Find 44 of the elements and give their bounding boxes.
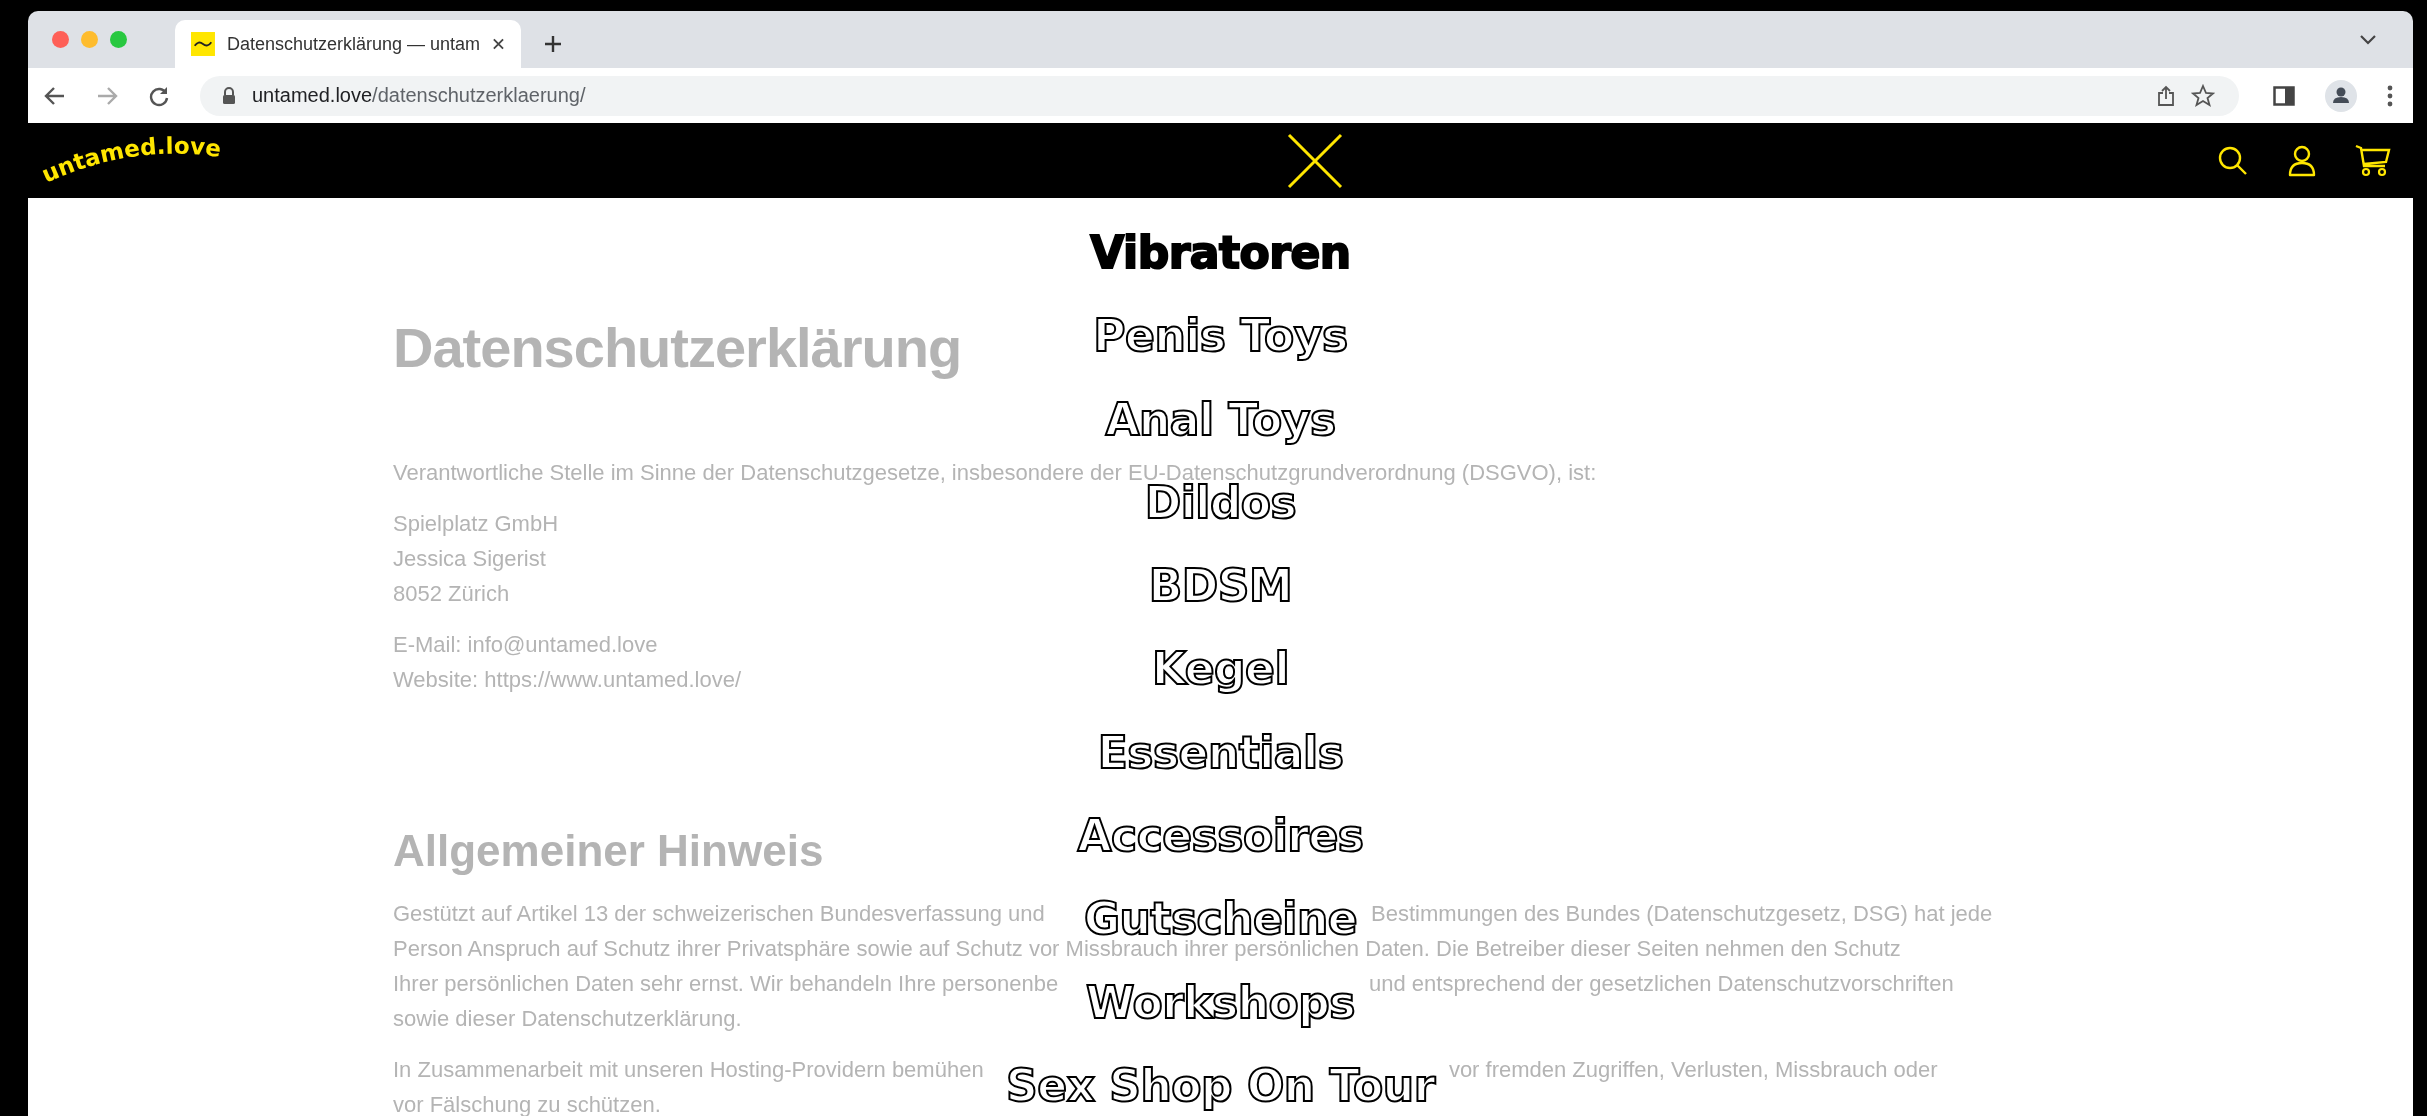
search-icon[interactable] bbox=[2217, 144, 2249, 177]
body-text: Bestimmungen des Bundes (Datenschutzgesetz, DSG) hat jede bbox=[1371, 901, 1993, 927]
section-heading: Datenschutzerklärung bbox=[393, 316, 962, 380]
side-panel-icon[interactable] bbox=[2273, 85, 2295, 106]
menu-item[interactable]: Penis Toys bbox=[1093, 312, 1348, 361]
cart-icon[interactable] bbox=[2355, 143, 2391, 178]
body-text: vor fremden Zugriffen, Verlusten, Missbrauch oder bbox=[1448, 1057, 1938, 1083]
tab-title: Datenschutzerklärung — untam bbox=[226, 33, 481, 55]
menu-item[interactable]: Vibratoren bbox=[1090, 229, 1351, 277]
share-icon[interactable] bbox=[2157, 84, 2175, 107]
new-tab-icon[interactable] bbox=[543, 34, 563, 54]
menu-item[interactable]: Accessoires bbox=[1077, 812, 1364, 861]
body-text: Spielplatz GmbH bbox=[393, 511, 559, 537]
body-text: E-Mail: info@untamed.love bbox=[393, 632, 658, 658]
menu-item[interactable]: Workshops bbox=[1085, 978, 1356, 1027]
body-text: Ihrer persönlichen Daten sehr ernst. Wir behandeln Ihre personenbe bbox=[393, 971, 1059, 997]
chevron-down-icon[interactable] bbox=[2359, 33, 2377, 46]
url-text: untamed.love/datenschutzerklaerung/ bbox=[252, 84, 586, 107]
profile-avatar-icon[interactable] bbox=[2325, 79, 2357, 112]
body-text: vor Fälschung zu schützen. bbox=[393, 1092, 661, 1116]
body-text: Website: https://www.untamed.love/ bbox=[393, 667, 742, 693]
browser-tab[interactable]: Datenschutzerklärung — untam bbox=[175, 20, 521, 68]
menu-item[interactable]: Anal Toys bbox=[1105, 395, 1336, 444]
body-text: Gestützt auf Artikel 13 der schweizerischen Bundesverfassung und bbox=[393, 901, 1045, 927]
wave-icon bbox=[191, 31, 215, 57]
menu-item[interactable]: Kegel bbox=[1151, 645, 1290, 694]
close-icon[interactable] bbox=[492, 37, 505, 51]
more-options-icon[interactable] bbox=[2387, 84, 2393, 107]
star-icon[interactable] bbox=[2191, 83, 2215, 108]
body-text: sowie dieser Datenschutzerklärung. bbox=[393, 1006, 742, 1032]
menu-item[interactable]: Sex Shop On Tour bbox=[1006, 1061, 1435, 1110]
body-text: In Zusammenarbeit mit unseren Hosting-Providern bemühen bbox=[393, 1057, 984, 1083]
back-icon[interactable] bbox=[44, 85, 66, 106]
body-text: Person Anspruch auf Schutz ihrer Privatsphäre sowie auf Schutz vor Missbrauch ihrer persönlichen Daten. Die Betreiber dieser Seiten nehmen den Schutz bbox=[393, 936, 1901, 962]
body-text: Jessica Sigerist bbox=[393, 546, 546, 572]
body-text: Verantwortliche Stelle im Sinne der Datenschutzgesetze, insbesondere der EU-Datenschutzgrundverordnung (DSGVO), ist: bbox=[393, 460, 1597, 485]
menu-item[interactable]: Essentials bbox=[1097, 728, 1344, 777]
address-field[interactable]: untamed.love/datenschutzerklaerung/ bbox=[200, 75, 2239, 116]
menu-item[interactable]: BDSM bbox=[1148, 562, 1293, 611]
body-text: und entsprechend der gesetzlichen Datenschutzvorschriften bbox=[1369, 971, 1954, 997]
lock-icon bbox=[222, 86, 236, 105]
body-text: 8052 Zürich bbox=[393, 581, 510, 607]
user-icon[interactable] bbox=[2287, 144, 2317, 177]
section-heading: Allgemeiner Hinweis bbox=[393, 825, 824, 877]
